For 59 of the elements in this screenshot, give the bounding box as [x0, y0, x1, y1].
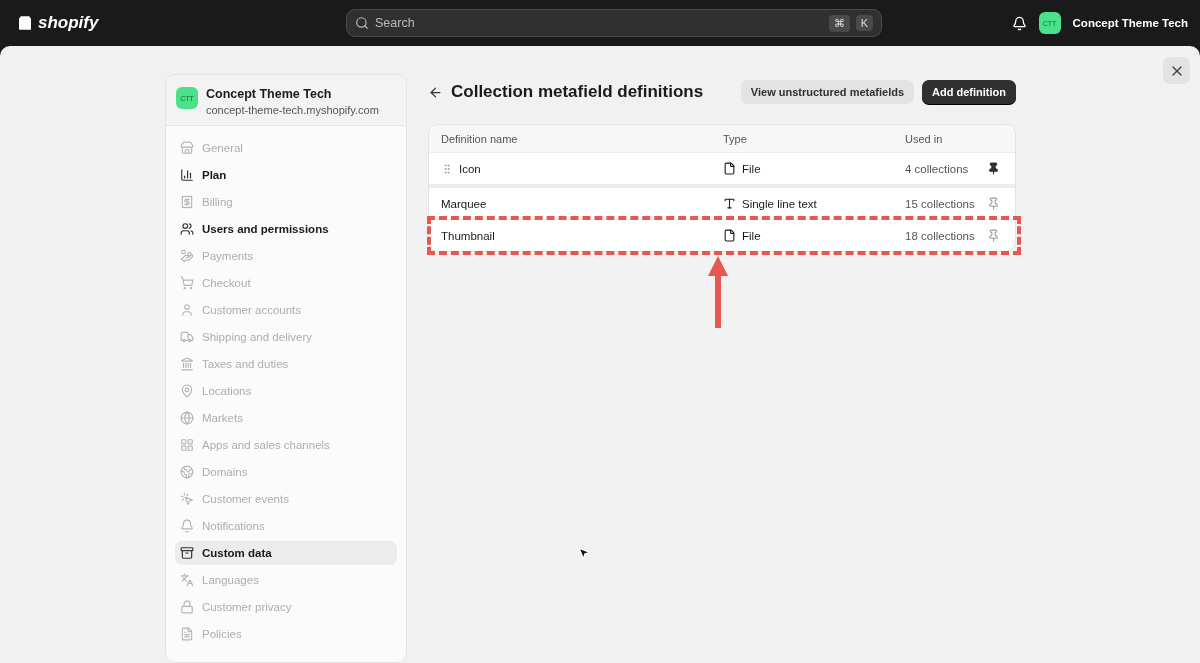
bag-logo-icon	[16, 14, 34, 32]
bank-icon	[180, 357, 194, 371]
close-button[interactable]	[1163, 57, 1190, 84]
drag-handle-icon[interactable]	[441, 162, 453, 175]
shortcut-key: ⌘	[828, 14, 850, 32]
pin-icon[interactable]	[987, 162, 1000, 175]
person-icon	[180, 303, 194, 317]
definition-name: Thumbnail	[441, 229, 495, 242]
logo-text: shopify	[38, 13, 99, 33]
table-row[interactable]: Icon File 4 collections	[429, 152, 1015, 187]
globe-icon	[180, 465, 194, 479]
store-name[interactable]: Concept Theme Tech	[1072, 17, 1188, 29]
table-row[interactable]: Marquee Single line text 15 collections	[429, 187, 1015, 219]
type-label: File	[742, 162, 761, 175]
type-label: File	[742, 229, 761, 242]
search-icon	[355, 16, 369, 30]
file-icon	[723, 162, 736, 175]
search-placeholder: Search	[375, 16, 415, 30]
definition-name: Marquee	[441, 197, 487, 210]
page-title: Collection metafield definitions	[451, 82, 705, 102]
grid-icon	[180, 438, 194, 452]
column-header: Used in	[905, 132, 944, 145]
store-icon	[180, 141, 194, 155]
bell-icon	[180, 519, 194, 533]
cart-icon	[180, 276, 194, 290]
table-row[interactable]: Thumbnail File 18 collections	[429, 219, 1015, 251]
usage-count: 4 collections	[905, 162, 970, 175]
notifications-icon[interactable]	[1011, 15, 1027, 31]
sidebar-item[interactable]: Users and permissions	[175, 217, 397, 241]
chart-icon	[180, 168, 194, 182]
globe-icon	[180, 411, 194, 425]
mouse-cursor-icon	[577, 546, 591, 560]
usage-count: 18 collections	[905, 229, 976, 242]
primary-button[interactable]: Add definition	[922, 80, 1016, 104]
search-field[interactable]: Search ⌘ K	[346, 9, 882, 37]
archive-icon	[180, 546, 194, 560]
type-label: Single line text	[742, 197, 817, 210]
secondary-button[interactable]: View unstructured metafields	[740, 80, 915, 104]
languages-icon	[180, 573, 194, 587]
definition-name: Icon	[459, 162, 481, 175]
sidebar-item[interactable]: Plan	[175, 163, 397, 187]
sidebar-item[interactable]: Custom data	[175, 541, 397, 565]
lock-icon	[180, 600, 194, 614]
column-header: Type	[723, 132, 748, 145]
text-type-icon	[723, 197, 736, 210]
file-icon	[723, 229, 736, 242]
store-domain: concept-theme-tech.myshopify.com	[206, 104, 379, 116]
document-icon	[180, 627, 194, 641]
back-icon[interactable]	[428, 84, 443, 100]
map-pin-icon	[180, 384, 194, 398]
column-header: Definition name	[441, 132, 519, 145]
store-name: Concept Theme Tech	[206, 87, 333, 101]
hand-coins-icon	[180, 249, 194, 263]
users-icon	[180, 222, 194, 236]
pointer-click-icon	[180, 492, 194, 506]
usage-count: 15 collections	[905, 197, 976, 210]
truck-icon	[180, 330, 194, 344]
receipt-icon	[180, 195, 194, 209]
shortcut-key: K	[855, 15, 873, 31]
